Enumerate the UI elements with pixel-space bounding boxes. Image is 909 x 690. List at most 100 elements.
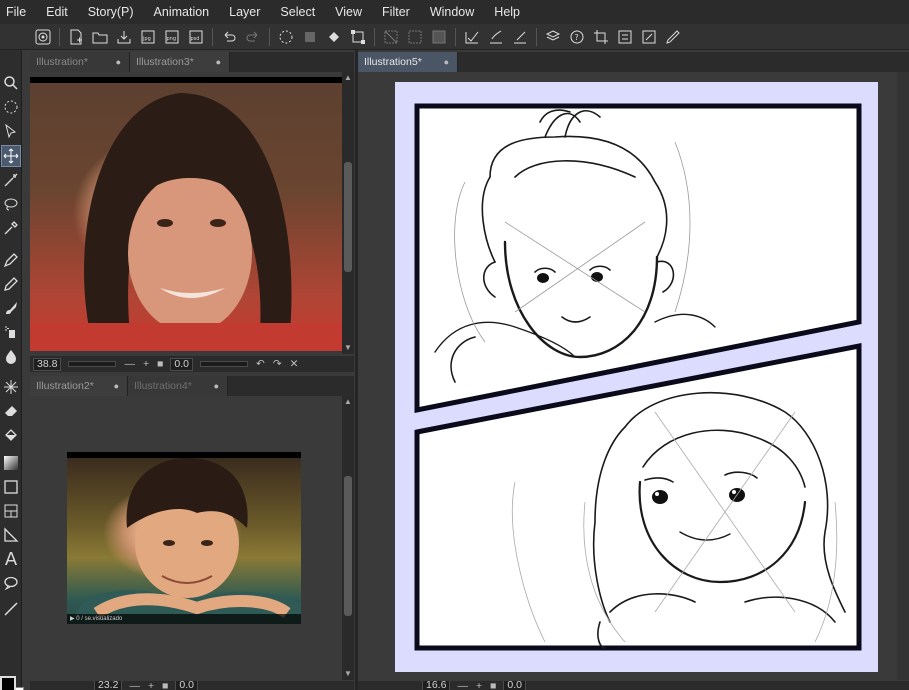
blend-icon[interactable] [1,345,21,367]
new-icon[interactable] [65,26,87,48]
scrollbar-top-left[interactable]: ▲ ▼ [342,72,354,354]
tab-illustration5[interactable]: Illustration5* ● [358,52,458,72]
zoom-out-icon[interactable]: — [129,681,140,690]
fill-icon[interactable] [323,26,345,48]
zoom-in-icon[interactable]: + [143,358,149,370]
scroll-up-icon[interactable]: ▲ [342,396,354,408]
move-icon[interactable] [1,145,21,167]
zoom-in-icon[interactable]: + [148,681,154,690]
tab-illustration2[interactable]: Illustration2* ● [30,376,128,396]
edit-icon[interactable] [662,26,684,48]
zoom-field[interactable]: 23.2 [94,681,123,690]
close-dot-icon[interactable]: ● [444,52,449,72]
open-icon[interactable] [89,26,111,48]
object-icon[interactable] [1,120,21,142]
rotation-field[interactable]: 0.0 [503,681,527,690]
scroll-down-icon[interactable]: ▼ [342,668,354,680]
decoration-icon[interactable] [1,376,21,398]
menu-select[interactable]: Select [270,0,325,24]
menu-layer[interactable]: Layer [219,0,270,24]
menu-edit[interactable]: Edit [36,0,78,24]
menu-help[interactable]: Help [484,0,530,24]
main-color-swatch[interactable] [0,676,16,690]
menu-window[interactable]: Window [420,0,484,24]
rotation-field[interactable]: 0.0 [175,681,199,690]
invert-selection-icon[interactable] [404,26,426,48]
zoom-field[interactable]: 38.8 [33,357,62,371]
menu-story[interactable]: Story(P) [78,0,144,24]
stop-icon[interactable]: ■ [162,681,168,690]
help-icon[interactable]: ? [566,26,588,48]
zoom-field[interactable]: 16.6 [422,681,451,690]
menu-animation[interactable]: Animation [144,0,220,24]
menu-view[interactable]: View [325,0,372,24]
airbrush-icon[interactable] [1,321,21,343]
rotate-left-icon[interactable]: ↶ [256,358,265,370]
close-dot-icon[interactable]: ● [114,376,119,396]
clear-icon[interactable] [299,26,321,48]
lasso-select-icon[interactable] [1,193,21,215]
stop-icon[interactable]: ■ [157,358,163,370]
svg-text:png: png [167,36,177,42]
line-icon[interactable] [1,598,21,620]
canvas-top-left[interactable] [30,72,342,354]
reset-rotation-icon[interactable]: ✕ [290,358,299,370]
ruler-icon[interactable] [1,524,21,546]
text-icon[interactable]: A [1,548,21,570]
pencil-icon[interactable] [1,273,21,295]
save-icon[interactable] [113,26,135,48]
eyedropper-icon[interactable] [1,217,21,239]
zoom-out-icon[interactable]: — [124,358,135,370]
zoom-slider[interactable] [68,361,117,367]
canvas-bottom-left[interactable]: ▶ 0 / se.visualizado [30,396,342,680]
fill-icon[interactable] [1,424,21,446]
balloon-icon[interactable] [1,572,21,594]
figure-icon[interactable] [1,476,21,498]
rotate-right-icon[interactable]: ↷ [273,358,282,370]
menu-file[interactable]: File [0,0,36,24]
select-all-icon[interactable] [428,26,450,48]
export-psd-icon[interactable]: psd [185,26,207,48]
redo-icon[interactable] [242,26,264,48]
scroll-thumb[interactable] [344,476,352,616]
eraser-icon[interactable] [1,400,21,422]
zoom-icon[interactable] [1,72,21,94]
brush-icon[interactable] [1,297,21,319]
tab-illustration[interactable]: Illustration* ● [30,52,130,72]
crop-icon[interactable] [590,26,612,48]
tab-illustration4[interactable]: Illustration4* ● [128,376,228,396]
close-dot-icon[interactable]: ● [214,376,219,396]
scroll-thumb[interactable] [344,162,352,272]
material-icon[interactable] [542,26,564,48]
check-icon[interactable] [461,26,483,48]
scroll-up-icon[interactable]: ▲ [342,72,354,84]
loading-icon[interactable] [275,26,297,48]
close-dot-icon[interactable]: ● [216,52,221,72]
export-jpg-icon[interactable]: jpg [137,26,159,48]
export-icon[interactable] [638,26,660,48]
brush-check-icon[interactable] [485,26,507,48]
zoom-in-icon[interactable]: + [476,681,482,690]
zoom-out-icon[interactable]: — [457,681,468,690]
tab-illustration3[interactable]: Illustration3* ● [130,52,230,72]
pen-icon[interactable] [1,249,21,271]
gradient-icon[interactable] [1,452,21,474]
undo-icon[interactable] [218,26,240,48]
menu-filter[interactable]: Filter [372,0,420,24]
magic-wand-icon[interactable] [1,169,21,191]
lasso-icon[interactable] [1,96,21,118]
close-dot-icon[interactable]: ● [116,52,121,72]
transform-icon[interactable] [347,26,369,48]
scrollbar-right[interactable] [897,72,909,680]
settings-icon[interactable] [614,26,636,48]
rotation-field[interactable]: 0.0 [170,357,194,371]
rotation-slider[interactable] [200,361,249,367]
spiral-icon[interactable] [32,26,54,48]
deselect-icon[interactable] [380,26,402,48]
pen-check-icon[interactable] [509,26,531,48]
frame-icon[interactable] [1,500,21,522]
export-png-icon[interactable]: png [161,26,183,48]
scroll-down-icon[interactable]: ▼ [342,342,354,354]
stop-icon[interactable]: ■ [490,681,496,690]
scrollbar-bottom-left[interactable]: ▲ ▼ [342,396,354,680]
